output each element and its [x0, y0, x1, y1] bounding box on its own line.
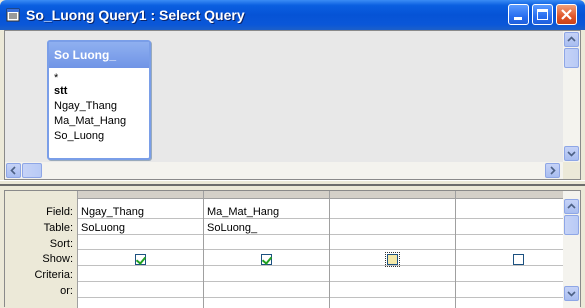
- show-checkbox[interactable]: [385, 252, 400, 267]
- grid-line: [77, 297, 565, 298]
- field-item[interactable]: Ma_Mat_Hang: [51, 114, 145, 129]
- upper-vertical-scrollbar[interactable]: [563, 31, 580, 162]
- grid-column-divider: [329, 191, 330, 308]
- grid-column-divider: [455, 191, 456, 308]
- field-list-window[interactable]: So Luong_ * stt Ngay_Thang Ma_Mat_Hang S…: [47, 40, 151, 160]
- table-cell[interactable]: SoLuong_: [207, 222, 257, 234]
- scroll-up-button[interactable]: [564, 32, 579, 47]
- minimize-button[interactable]: [508, 4, 529, 25]
- maximize-icon: [537, 9, 548, 20]
- grid-column-divider: [77, 191, 78, 308]
- design-grid-pane[interactable]: Field: Table: Sort: Show: Criteria: or:: [4, 190, 581, 308]
- scroll-thumb[interactable]: [564, 215, 579, 235]
- grid-line: [77, 281, 565, 282]
- field-cell[interactable]: Ngay_Thang: [81, 206, 144, 218]
- field-item[interactable]: stt: [51, 84, 145, 99]
- field-list[interactable]: * stt Ngay_Thang Ma_Mat_Hang So_Luong: [51, 72, 145, 144]
- upper-horizontal-scrollbar[interactable]: [5, 162, 563, 179]
- row-label-or: or:: [60, 285, 73, 297]
- grid-line: [77, 234, 565, 235]
- field-cell[interactable]: Ma_Mat_Hang: [207, 206, 279, 218]
- grid-line: [77, 249, 565, 250]
- chevron-down-icon: [567, 151, 576, 157]
- lower-vertical-scrollbar[interactable]: [563, 191, 580, 308]
- grid-line: [77, 218, 565, 219]
- row-label-sort: Sort:: [49, 238, 73, 250]
- column-selector[interactable]: [203, 191, 329, 199]
- show-checkbox[interactable]: [135, 254, 146, 265]
- field-item[interactable]: Ngay_Thang: [51, 99, 145, 114]
- scroll-thumb[interactable]: [564, 48, 579, 68]
- scroll-down-button[interactable]: [564, 146, 579, 161]
- show-checkbox[interactable]: [261, 254, 272, 265]
- row-label-criteria: Criteria:: [34, 269, 73, 281]
- chevron-down-icon: [567, 291, 576, 297]
- field-list-title-text: So Luong_: [54, 48, 116, 62]
- design-grid[interactable]: Ngay_Thang SoLuong Ma_Mat_Hang SoLuong_: [77, 191, 565, 308]
- field-item[interactable]: So_Luong: [51, 129, 145, 144]
- field-item[interactable]: *: [51, 72, 145, 84]
- table-pane[interactable]: So Luong_ * stt Ngay_Thang Ma_Mat_Hang S…: [4, 30, 581, 180]
- window-title: So_Luong Query1 : Select Query: [26, 7, 245, 23]
- scroll-down-button[interactable]: [564, 286, 579, 301]
- chevron-up-icon: [567, 36, 576, 42]
- show-checkbox[interactable]: [513, 254, 524, 265]
- title-bar[interactable]: So_Luong Query1 : Select Query: [0, 0, 585, 30]
- query-icon: [6, 8, 20, 22]
- scroll-up-button[interactable]: [564, 199, 579, 214]
- minimize-icon: [514, 17, 522, 20]
- column-selector[interactable]: [329, 191, 455, 199]
- scroll-thumb[interactable]: [22, 163, 42, 178]
- row-label-table: Table:: [43, 222, 73, 234]
- close-button[interactable]: [556, 4, 577, 25]
- grid-column-divider: [203, 191, 204, 308]
- maximize-button[interactable]: [532, 4, 553, 25]
- grid-line: [77, 265, 565, 266]
- query-window: So_Luong Query1 : Select Query So Luong_…: [0, 0, 585, 308]
- chevron-right-icon: [550, 166, 556, 175]
- scroll-right-button[interactable]: [545, 163, 560, 178]
- scrollbar-corner: [563, 162, 580, 179]
- scroll-left-button[interactable]: [6, 163, 21, 178]
- table-cell[interactable]: SoLuong: [81, 222, 125, 234]
- chevron-left-icon: [10, 166, 16, 175]
- close-icon: [561, 9, 572, 20]
- field-list-title[interactable]: So Luong_: [49, 42, 149, 68]
- row-label-field: Field:: [46, 206, 73, 218]
- column-selector[interactable]: [455, 191, 565, 199]
- row-label-show: Show:: [42, 253, 73, 265]
- column-selector[interactable]: [77, 191, 203, 199]
- row-labels: Field: Table: Sort: Show: Criteria: or:: [5, 191, 77, 308]
- chevron-up-icon: [567, 203, 576, 209]
- pane-splitter[interactable]: [0, 180, 585, 186]
